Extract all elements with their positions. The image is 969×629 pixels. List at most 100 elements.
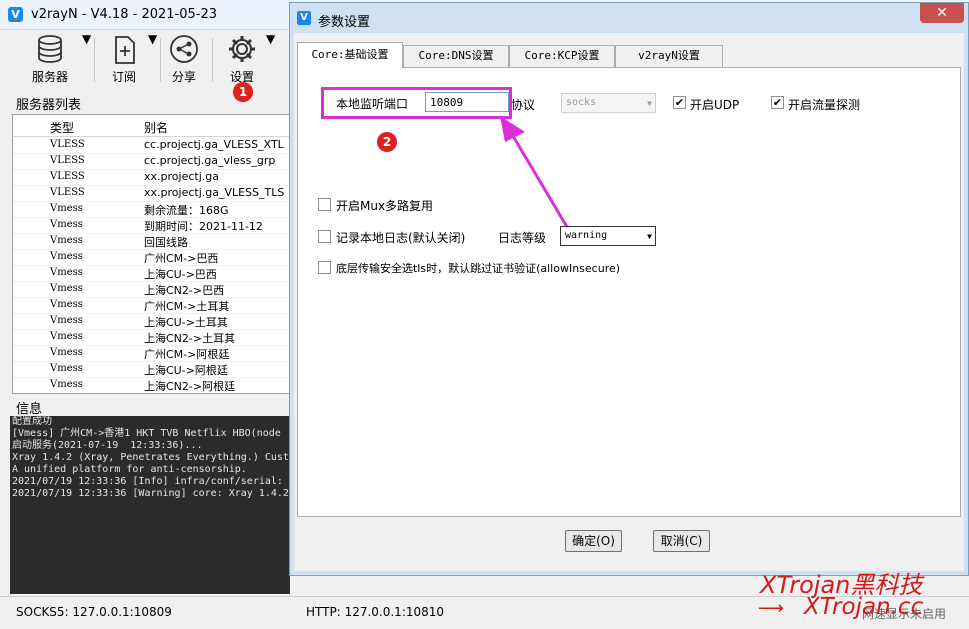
console-line: A unified platform for anti-censorship.: [12, 464, 247, 475]
pointer-arrow-icon: [500, 116, 572, 233]
table-row[interactable]: VLESS cc.projectj.ga_vless_grp: [13, 154, 289, 170]
row-type: VLESS: [50, 139, 85, 150]
table-row[interactable]: VLESS xx.projectj.ga: [13, 170, 289, 186]
protocol-select[interactable]: socks ▼: [561, 93, 656, 113]
share-button[interactable]: 分享: [166, 32, 202, 88]
row-alias: xx.projectj.ga_VLESS_TLS: [144, 186, 285, 199]
log-level-label: 日志等级: [498, 231, 547, 245]
row-type: VLESS: [50, 171, 85, 182]
insecure-label: 底层传输安全选tls时，默认跳过证书验证(allowInsecure): [336, 262, 621, 275]
column-type[interactable]: 类型: [50, 119, 74, 136]
mux-checkbox[interactable]: [318, 198, 331, 211]
console-line: Xray 1.4.2 (Xray, Penetrates Everything.…: [12, 452, 289, 463]
database-icon: [38, 35, 62, 63]
servers-button[interactable]: 服务器: [22, 32, 78, 88]
row-type: Vmess: [50, 267, 83, 278]
server-list-header: 类型 别名: [13, 115, 289, 137]
settings-dropdown-icon[interactable]: ▼: [266, 32, 275, 88]
row-type: Vmess: [50, 203, 83, 214]
row-alias: 上海CN2->土耳其: [144, 332, 236, 345]
watermark-url: XTrojan.cc: [804, 594, 924, 620]
console-line: 配置成功: [12, 416, 52, 427]
row-alias: 上海CN2->巴西: [144, 284, 225, 297]
table-row[interactable]: VLESS xx.projectj.ga_VLESS_TLS: [13, 186, 289, 202]
protocol-value: socks: [566, 97, 597, 108]
tab-core-basic[interactable]: Core:基础设置: [297, 42, 403, 68]
row-alias: 上海CN2->阿根廷: [144, 380, 236, 393]
tab-v2rayn[interactable]: v2rayN设置: [615, 45, 723, 67]
table-row[interactable]: Vmess 上海CU->土耳其: [13, 314, 289, 330]
table-row[interactable]: Vmess 回国线路: [13, 234, 289, 250]
ok-button[interactable]: 确定(O): [565, 530, 622, 552]
servers-label: 服务器: [31, 70, 68, 84]
console-line: [Vmess] 广州CM->香港1 HKT TVB Netflix HBO(no…: [12, 428, 281, 439]
row-type: Vmess: [50, 347, 83, 358]
table-row[interactable]: Vmess 上海CU->阿根廷: [13, 362, 289, 378]
step-badge-2: 2: [377, 132, 397, 152]
sniffing-checkbox[interactable]: ✔: [771, 96, 784, 109]
subscribe-icon: [115, 36, 135, 64]
row-alias: 上海CU->阿根廷: [144, 364, 228, 377]
udp-checkbox[interactable]: ✔: [673, 96, 686, 109]
tab-core-dns[interactable]: Core:DNS设置: [403, 45, 509, 67]
tab-core-kcp[interactable]: Core:KCP设置: [509, 45, 615, 67]
app-title: v2rayN - V4.18 - 2021-05-23: [31, 7, 217, 22]
table-row[interactable]: VLESS cc.projectj.ga_VLESS_XTL: [13, 138, 289, 154]
step-badge-1: 1: [233, 82, 253, 102]
subscribe-label: 订阅: [111, 70, 136, 84]
row-type: Vmess: [50, 219, 83, 230]
column-alias[interactable]: 别名: [144, 119, 168, 136]
dialog-title: 参数设置: [318, 15, 371, 30]
insecure-checkbox[interactable]: [318, 261, 331, 274]
table-row[interactable]: Vmess 上海CN2->巴西: [13, 282, 289, 298]
watermark-arrow-icon: ⟶: [758, 598, 784, 619]
sniffing-label: 开启流量探测: [788, 98, 861, 112]
server-list-label: 服务器列表: [16, 98, 82, 113]
row-type: Vmess: [50, 363, 83, 374]
log-console[interactable]: 配置成功 [Vmess] 广州CM->香港1 HKT TVB Netflix HB…: [10, 416, 290, 594]
toolbar-divider: [212, 38, 213, 82]
udp-label: 开启UDP: [690, 98, 740, 112]
table-row[interactable]: Vmess 上海CN2->土耳其: [13, 330, 289, 346]
protocol-label: 协议: [511, 98, 536, 112]
console-line: 启动服务(2021-07-19 12:33:36)...: [12, 440, 203, 451]
socks-status: SOCKS5: 127.0.0.1:10809: [16, 605, 172, 619]
table-row[interactable]: Vmess 到期时间：2021-11-12: [13, 218, 289, 234]
row-type: Vmess: [50, 299, 83, 310]
table-row[interactable]: Vmess 上海CU->巴西: [13, 266, 289, 282]
chevron-down-icon: ▼: [647, 232, 652, 241]
row-alias: 广州CM->巴西: [144, 252, 219, 265]
log-label: 记录本地日志(默认关闭): [336, 231, 466, 245]
server-list[interactable]: 类型 别名 VLESS cc.projectj.ga_VLESS_XTL VLESS…: [12, 114, 290, 394]
subscribe-button[interactable]: 订阅: [104, 32, 144, 88]
row-alias: 上海CU->巴西: [144, 268, 217, 281]
tab-panel: [297, 67, 961, 517]
table-row[interactable]: Vmess 广州CM->巴西: [13, 250, 289, 266]
log-checkbox[interactable]: [318, 230, 331, 243]
row-type: Vmess: [50, 331, 83, 342]
table-row[interactable]: Vmess 广州CM->土耳其: [13, 298, 289, 314]
share-label: 分享: [171, 70, 196, 84]
gear-icon: [229, 36, 255, 62]
subscribe-dropdown-icon[interactable]: ▼: [148, 32, 157, 88]
row-alias: 广州CM->阿根廷: [144, 348, 230, 361]
http-status: HTTP: 127.0.0.1:10810: [306, 605, 445, 619]
table-row[interactable]: Vmess 广州CM->阿根廷: [13, 346, 289, 362]
row-type: VLESS: [50, 155, 85, 166]
close-button[interactable]: ✕: [920, 3, 964, 23]
cancel-button[interactable]: 取消(C): [653, 530, 710, 552]
row-type: Vmess: [50, 379, 83, 390]
toolbar-divider: [94, 38, 95, 82]
table-row[interactable]: Vmess 剩余流量：168G: [13, 202, 289, 218]
row-alias: 到期时间：2021-11-12: [144, 220, 263, 233]
info-label: 信息: [16, 402, 43, 417]
mux-label: 开启Mux多路复用: [336, 199, 434, 213]
row-type: Vmess: [50, 315, 83, 326]
table-row[interactable]: Vmess 上海CN2->阿根廷: [13, 378, 289, 393]
dialog-app-icon: V: [297, 11, 311, 25]
servers-dropdown-icon[interactable]: ▼: [82, 32, 91, 88]
log-level-select[interactable]: warning ▼: [560, 226, 656, 246]
row-alias: cc.projectj.ga_VLESS_XTL: [144, 138, 284, 151]
console-line: 2021/07/19 12:33:36 [Info] infra/conf/se…: [12, 476, 283, 487]
settings-button[interactable]: 设置: [222, 32, 262, 88]
